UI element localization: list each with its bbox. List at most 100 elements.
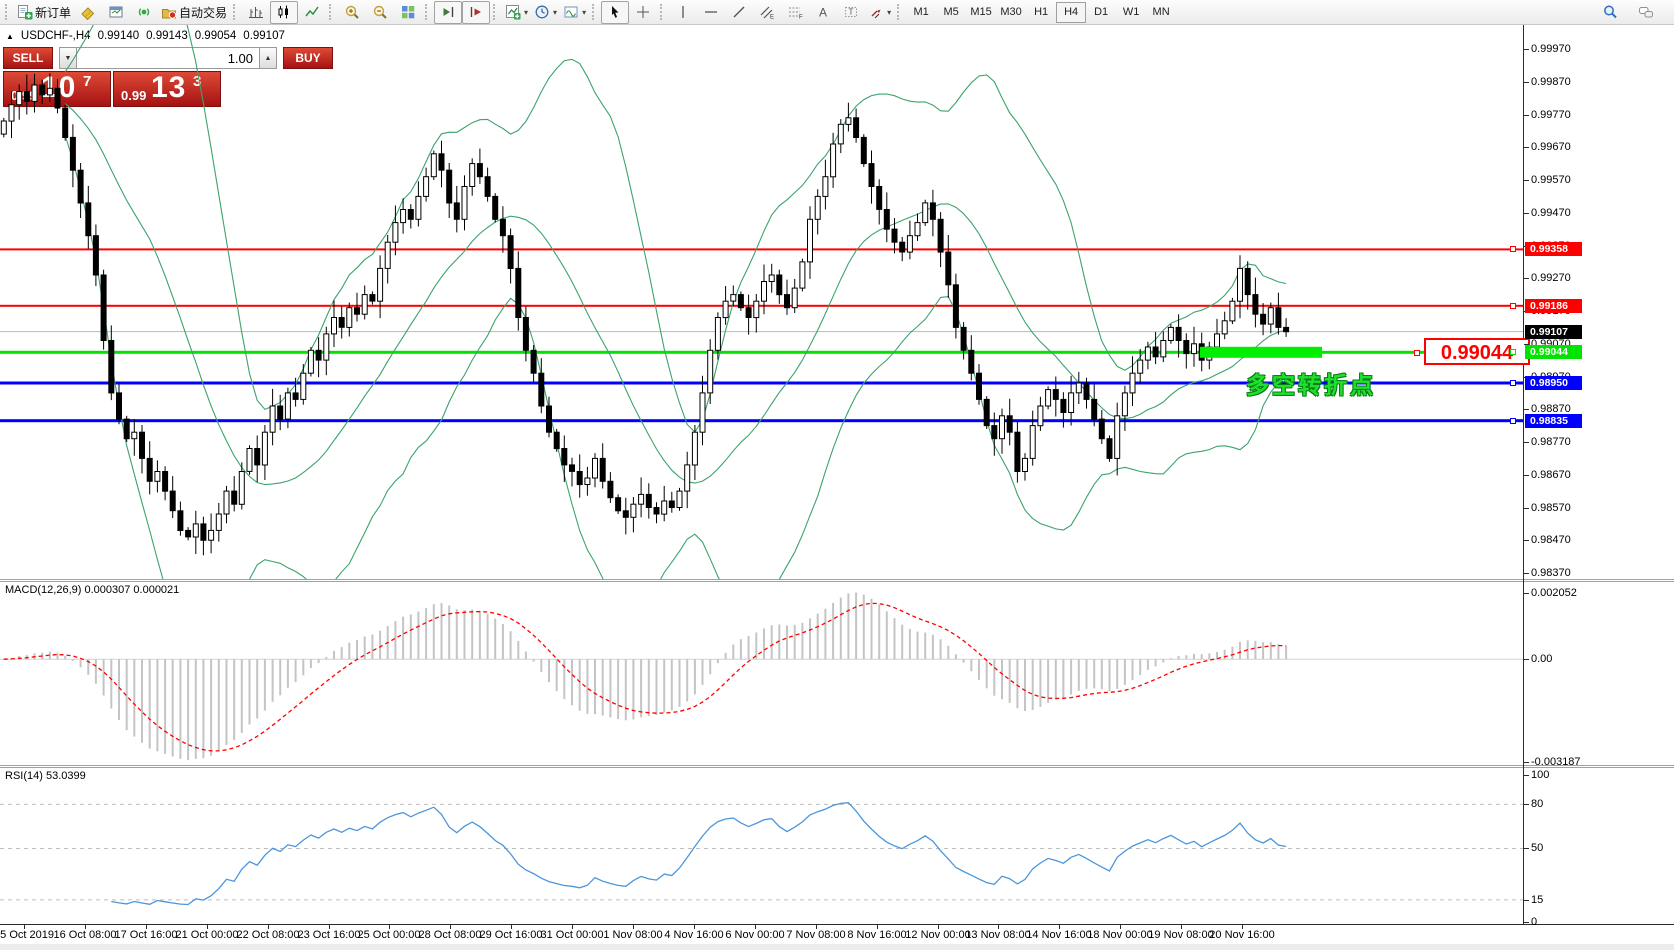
signal-icon (136, 4, 152, 20)
auto-trading-button[interactable]: 自动交易 (158, 1, 230, 24)
zoom-in-button[interactable] (338, 1, 366, 24)
indicators-dropdown-arrow[interactable]: ▾ (524, 8, 528, 17)
level-price-tag: 0.99044 (1525, 345, 1582, 359)
axis-tick-mark (1524, 377, 1529, 378)
timeframe-mn-button[interactable]: MN (1146, 2, 1176, 23)
rsi-label: RSI(14) 53.0399 (5, 770, 86, 782)
price-axis-tick: 0.98470 (1531, 534, 1571, 546)
trendline-button[interactable] (725, 1, 753, 24)
pane-splitter-macd[interactable] (0, 579, 1674, 582)
axis-tick-mark (1524, 540, 1529, 541)
zoom-out-icon (372, 4, 388, 20)
timeframe-h4-button[interactable]: H4 (1056, 2, 1086, 23)
bar-chart-button[interactable] (242, 1, 270, 24)
text-icon (815, 4, 831, 20)
rsi-indicator-pane[interactable] (0, 768, 1523, 924)
price-chart-pane[interactable] (0, 25, 1523, 579)
community-chat-button[interactable] (1632, 1, 1660, 24)
pane-splitter-rsi[interactable] (0, 765, 1674, 768)
axis-tick-mark (1524, 115, 1529, 116)
axis-tick-mark (1524, 475, 1529, 476)
periods-button[interactable]: ▾ (531, 1, 560, 24)
time-axis-label: 20 Nov 16:00 (1209, 929, 1274, 941)
cursor-icon (607, 4, 623, 20)
crosshair-button[interactable] (629, 1, 657, 24)
timeframe-m5-button[interactable]: M5 (936, 2, 966, 23)
crosshair-icon (635, 4, 651, 20)
auto-trading-icon (161, 4, 177, 20)
axis-tick-mark (1524, 49, 1529, 50)
timeframe-m30-button[interactable]: M30 (996, 2, 1026, 23)
toolbar-grip (897, 4, 902, 20)
axis-tick-mark (1524, 922, 1529, 923)
templates-dropdown-arrow[interactable]: ▾ (582, 8, 586, 17)
toolbar-right-icons (1596, 1, 1672, 24)
time-axis-label: 15 Oct 2019 (0, 929, 54, 941)
line-chart-button[interactable] (298, 1, 326, 24)
horizontal-line-button[interactable] (697, 1, 725, 24)
equidistant-channel-button[interactable] (753, 1, 781, 24)
price-axis-tick: 0.98770 (1531, 436, 1571, 448)
time-axis-label: 22 Oct 08:00 (237, 929, 300, 941)
timeframe-w1-button[interactable]: W1 (1116, 2, 1146, 23)
axis-tick-mark (1524, 311, 1529, 312)
templates-button[interactable]: ▾ (560, 1, 589, 24)
axis-tick-mark (1524, 848, 1529, 849)
time-axis-tick (1181, 925, 1182, 929)
auto-scroll-button[interactable] (434, 1, 462, 24)
chart-profile-button[interactable] (102, 1, 130, 24)
time-axis-label: 6 Nov 00:00 (725, 929, 784, 941)
indicators-button[interactable]: ▾ (502, 1, 531, 24)
templates-icon (563, 4, 579, 20)
macd-indicator-pane[interactable] (0, 582, 1523, 765)
support-zone-rectangle[interactable] (1200, 347, 1322, 358)
timeframe-m1-button[interactable]: M1 (906, 2, 936, 23)
axis-tick-mark (1524, 659, 1529, 660)
arrows-dropdown-arrow[interactable]: ▾ (887, 8, 891, 17)
timeframe-d1-button[interactable]: D1 (1086, 2, 1116, 23)
search-button[interactable] (1596, 1, 1624, 24)
time-axis-label: 4 Nov 16:00 (664, 929, 723, 941)
time-axis-tick (816, 925, 817, 929)
arrows-button[interactable]: ▾ (865, 1, 894, 24)
callout-anchor-handle[interactable] (1414, 350, 1420, 356)
level-line[interactable] (0, 305, 1523, 307)
text-button[interactable] (809, 1, 837, 24)
indicators-icon (505, 4, 521, 20)
candlestick-chart-button[interactable] (270, 1, 298, 24)
time-axis-tick (511, 925, 512, 929)
timeframe-m15-button[interactable]: M15 (966, 2, 996, 23)
turning-point-annotation[interactable]: 多空转折点 (1246, 366, 1376, 400)
bid-price-tag: 0.99107 (1525, 325, 1582, 339)
rsi-axis-tick: 15 (1531, 894, 1543, 906)
eraser-button[interactable] (74, 1, 102, 24)
axis-tick-mark (1524, 147, 1529, 148)
signal-button[interactable] (130, 1, 158, 24)
auto-scroll-icon (440, 4, 456, 20)
text-label-button[interactable] (837, 1, 865, 24)
macd-axis-tick: 0.00 (1531, 653, 1552, 665)
search-icon (1602, 4, 1618, 20)
rsi-line (111, 803, 1286, 905)
fibonacci-button[interactable] (781, 1, 809, 24)
toolbar-grip (660, 4, 665, 20)
axis-tick-mark (1524, 804, 1529, 805)
tile-windows-button[interactable] (394, 1, 422, 24)
timeframe-h1-button[interactable]: H1 (1026, 2, 1056, 23)
time-axis-tick (1242, 925, 1243, 929)
vertical-line-button[interactable] (669, 1, 697, 24)
axis-tick-mark (1524, 180, 1529, 181)
bollinger-lower-band (65, 135, 1286, 579)
arrows-icon (868, 4, 884, 20)
periods-dropdown-arrow[interactable]: ▾ (553, 8, 557, 17)
new-order-button[interactable]: 新订单 (14, 1, 74, 24)
price-callout-box[interactable]: 0.99044 (1424, 338, 1530, 365)
chart-shift-button[interactable] (462, 1, 490, 24)
community-chat-icon (1638, 4, 1654, 20)
price-axis-tick: 0.99270 (1531, 272, 1571, 284)
price-axis-tick: 0.99070 (1531, 338, 1571, 350)
axis-tick-mark (1524, 573, 1529, 574)
axis-tick-mark (1524, 508, 1529, 509)
zoom-out-button[interactable] (366, 1, 394, 24)
cursor-button[interactable] (601, 1, 629, 24)
